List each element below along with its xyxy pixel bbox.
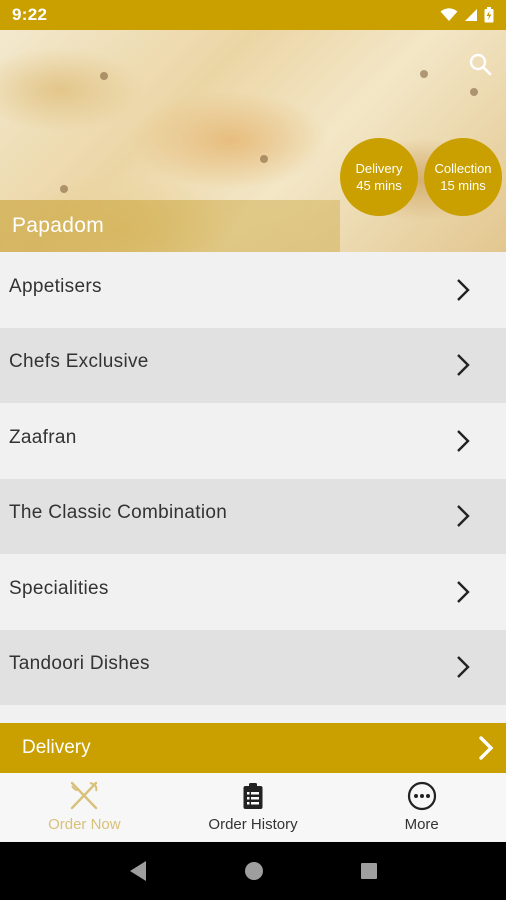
restaurant-name: Papadom xyxy=(12,214,104,237)
hero-image-detail xyxy=(60,185,68,193)
hero-image-detail xyxy=(470,88,478,96)
hero-image-detail xyxy=(260,155,268,163)
restaurant-name-strip: Papadom xyxy=(0,200,340,252)
chevron-right-icon xyxy=(479,736,494,760)
delivery-mode-label: Delivery xyxy=(22,737,91,758)
fork-knife-icon xyxy=(68,779,100,813)
menu-category-item[interactable]: Appetisers xyxy=(0,252,506,328)
menu-category-label: Chefs Exclusive xyxy=(9,351,149,373)
menu-category-item[interactable]: Chefs Exclusive xyxy=(0,327,506,403)
menu-category-item[interactable]: The Classic Combination xyxy=(0,478,506,554)
menu-category-label: Tandoori Dishes xyxy=(9,653,150,675)
clipboard-icon xyxy=(242,779,264,813)
tab-order-history[interactable]: Order History xyxy=(169,773,338,841)
hero-banner: Papadom xyxy=(0,30,506,252)
status-bar: 9:22 xyxy=(0,0,506,30)
menu-category-label: Appetisers xyxy=(9,275,102,297)
battery-icon xyxy=(484,7,494,23)
menu-category-item[interactable]: Zaafran xyxy=(0,403,506,479)
tab-order-now-label: Order Now xyxy=(48,816,121,833)
delivery-badge-title: Delivery xyxy=(355,161,403,176)
recents-icon[interactable] xyxy=(360,862,378,880)
tab-order-history-label: Order History xyxy=(208,816,298,833)
tab-order-now[interactable]: Order Now xyxy=(0,773,169,841)
menu-category-label: Zaafran xyxy=(9,426,77,448)
chevron-right-icon xyxy=(457,580,470,603)
menu-category-item[interactable]: Tandoori Dishes xyxy=(0,629,506,705)
chevron-right-icon xyxy=(457,505,470,528)
delivery-time-badge[interactable]: Delivery 45 mins xyxy=(340,138,418,216)
bottom-navigation: Order Now Order History More xyxy=(0,773,506,841)
delivery-mode-bar[interactable]: Delivery xyxy=(0,723,506,773)
menu-category-list: Appetisers Chefs Exclusive Zaafran The C… xyxy=(0,252,506,705)
chevron-right-icon xyxy=(457,354,470,377)
hero-image-detail xyxy=(100,72,108,80)
menu-category-item[interactable]: Specialities xyxy=(0,554,506,630)
wifi-icon xyxy=(440,8,458,21)
back-icon[interactable] xyxy=(128,860,148,882)
cell-signal-icon xyxy=(465,9,477,21)
status-icons xyxy=(440,7,494,23)
more-dots-icon xyxy=(407,779,437,813)
tab-more-label: More xyxy=(404,816,439,833)
chevron-right-icon xyxy=(457,656,470,679)
menu-category-label: The Classic Combination xyxy=(9,502,228,524)
delivery-badge-time: 45 mins xyxy=(356,178,402,193)
menu-category-label: Specialities xyxy=(9,577,109,599)
tab-more[interactable]: More xyxy=(337,773,506,841)
system-navigation-bar xyxy=(0,842,506,900)
chevron-right-icon xyxy=(457,429,470,452)
collection-badge-time: 15 mins xyxy=(440,178,486,193)
search-icon[interactable] xyxy=(466,50,494,78)
collection-time-badge[interactable]: Collection 15 mins xyxy=(424,138,502,216)
home-icon[interactable] xyxy=(244,861,264,881)
hero-image-detail xyxy=(420,70,428,78)
collection-badge-title: Collection xyxy=(434,161,492,176)
chevron-right-icon xyxy=(457,278,470,301)
status-time: 9:22 xyxy=(12,5,48,24)
